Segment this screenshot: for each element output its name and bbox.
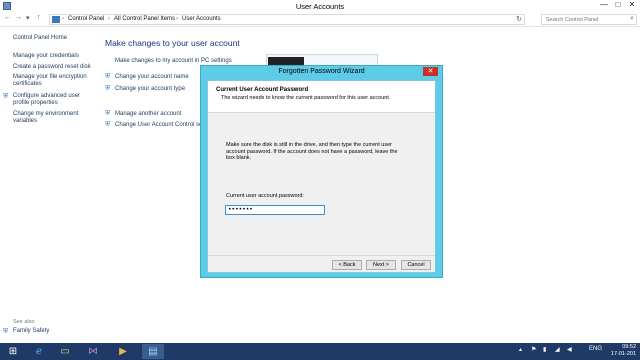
breadcrumb-separator: › bbox=[62, 16, 64, 22]
change-account-name-link[interactable]: Change your account name bbox=[115, 74, 189, 80]
back-arrow-icon[interactable]: ← bbox=[4, 14, 11, 21]
window-titlebar: User Accounts — □ ✕ bbox=[0, 0, 640, 12]
dialog-divider bbox=[208, 255, 435, 256]
manage-credentials-link[interactable]: Manage your credentials bbox=[13, 53, 79, 60]
media-player-icon: ▶ bbox=[119, 346, 127, 357]
breadcrumb[interactable]: › Control Panel › All Control Panel Item… bbox=[49, 14, 525, 25]
recent-locations-chevron-icon[interactable]: ▾ bbox=[26, 14, 30, 22]
start-button[interactable]: ⊞ bbox=[2, 344, 24, 359]
control-panel-taskbar-button[interactable]: ▤ bbox=[142, 344, 164, 359]
control-panel-icon bbox=[52, 16, 60, 23]
search-box[interactable]: ⌕ bbox=[541, 14, 637, 25]
breadcrumb-separator: › bbox=[108, 16, 110, 22]
file-explorer-taskbar-button[interactable]: ▭ bbox=[54, 344, 76, 359]
input-language-indicator[interactable]: ENG bbox=[589, 346, 602, 352]
family-safety-icon: ⛨ bbox=[3, 328, 9, 335]
uac-settings-link[interactable]: Change User Account Control sett bbox=[115, 122, 206, 128]
internet-explorer-taskbar-button[interactable]: ℯ bbox=[28, 344, 50, 359]
environment-variables-link[interactable]: Change my environment variables bbox=[13, 111, 93, 125]
media-player-taskbar-button[interactable]: ▶ bbox=[112, 344, 134, 359]
see-also-heading: See also bbox=[13, 319, 35, 325]
volume-icon[interactable]: ◀ bbox=[567, 346, 572, 353]
forgotten-password-wizard-dialog: Forgotten Password Wizard ✕ Current User… bbox=[200, 65, 443, 278]
windows-logo-icon: ⊞ bbox=[8, 346, 18, 357]
breadcrumb-control-panel[interactable]: Control Panel bbox=[68, 16, 104, 22]
close-window-button[interactable]: ✕ bbox=[625, 1, 639, 10]
breadcrumb-user-accounts[interactable]: User Accounts bbox=[182, 16, 221, 22]
window-title: User Accounts bbox=[295, 2, 345, 11]
show-hidden-icons-chevron-icon[interactable]: ▴ bbox=[519, 346, 522, 353]
clock-time: 09:52 bbox=[622, 344, 636, 350]
dialog-close-button[interactable]: ✕ bbox=[423, 67, 438, 76]
dialog-body: Current User Account Password The wizard… bbox=[207, 80, 436, 273]
breadcrumb-separator: › bbox=[176, 16, 178, 22]
shield-icon: ⛨ bbox=[3, 93, 9, 100]
wizard-step-title: Current User Account Password bbox=[216, 87, 309, 93]
internet-explorer-icon: ℯ bbox=[36, 346, 42, 357]
shield-icon: ⛨ bbox=[105, 121, 111, 128]
wizard-instructions: Make sure the disk is still in the drive… bbox=[226, 142, 398, 161]
shield-icon: ⛨ bbox=[105, 85, 111, 92]
up-arrow-icon[interactable]: ↑ bbox=[37, 14, 41, 21]
notification-flag-icon[interactable]: ⚑ bbox=[531, 346, 536, 353]
current-password-field[interactable]: ••••••• bbox=[225, 205, 325, 215]
wizard-step-description: The wizard needs to know the current pas… bbox=[221, 95, 391, 101]
control-panel-home-link[interactable]: Control Panel Home bbox=[13, 35, 67, 42]
control-panel-icon: ▤ bbox=[148, 346, 158, 357]
refresh-icon[interactable]: ↻ bbox=[516, 15, 522, 23]
shield-icon: ⛨ bbox=[105, 110, 111, 117]
create-password-reset-disk-link[interactable]: Create a password reset disk bbox=[13, 64, 91, 71]
network-icon[interactable]: ◢ bbox=[555, 346, 560, 353]
family-safety-link[interactable]: Family Safety bbox=[13, 328, 49, 335]
minimize-button[interactable]: — bbox=[597, 1, 611, 10]
cancel-button[interactable]: Cancel bbox=[401, 260, 431, 270]
maximize-button[interactable]: □ bbox=[611, 1, 625, 10]
visual-studio-icon: ⋈ bbox=[88, 346, 98, 357]
advanced-profile-properties-link[interactable]: Configure advanced user profile properti… bbox=[13, 93, 93, 107]
manage-another-account-link[interactable]: Manage another account bbox=[115, 111, 181, 117]
address-bar: ← → ▾ ↑ › Control Panel › All Control Pa… bbox=[0, 12, 640, 27]
folder-icon: ▭ bbox=[60, 346, 70, 357]
battery-icon[interactable]: ▮ bbox=[543, 346, 546, 353]
page-title: Make changes to your user account bbox=[105, 38, 240, 48]
wizard-header: Current User Account Password The wizard… bbox=[208, 81, 435, 113]
search-input[interactable] bbox=[542, 15, 626, 24]
password-field-label: Current user account password: bbox=[226, 193, 304, 199]
next-button[interactable]: Next > bbox=[366, 260, 396, 270]
breadcrumb-all-items[interactable]: All Control Panel Items bbox=[114, 16, 175, 22]
pc-settings-link[interactable]: Make changes to my account in PC setting… bbox=[115, 58, 232, 64]
forward-arrow-icon[interactable]: → bbox=[15, 14, 22, 21]
search-icon[interactable]: ⌕ bbox=[630, 15, 634, 23]
left-navigation-pane: Control Panel Home Manage your credentia… bbox=[0, 28, 100, 338]
taskbar-clock[interactable]: 09:52 17-01-201 bbox=[611, 344, 636, 358]
clock-date: 17-01-201 bbox=[610, 351, 636, 357]
change-account-type-link[interactable]: Change your account type bbox=[115, 86, 185, 92]
back-button[interactable]: < Back bbox=[332, 260, 362, 270]
shield-icon: ⛨ bbox=[105, 73, 111, 80]
taskbar: ⊞ ℯ ▭ ⋈ ▶ ▤ ▴ ⚑ ▮ ◢ ◀ ENG 09:52 17-01-20… bbox=[0, 343, 640, 360]
visual-studio-taskbar-button[interactable]: ⋈ bbox=[82, 344, 104, 359]
dialog-title: Forgotten Password Wizard bbox=[278, 68, 365, 75]
file-encryption-certificates-link[interactable]: Manage your file encryption certificates bbox=[13, 74, 98, 88]
